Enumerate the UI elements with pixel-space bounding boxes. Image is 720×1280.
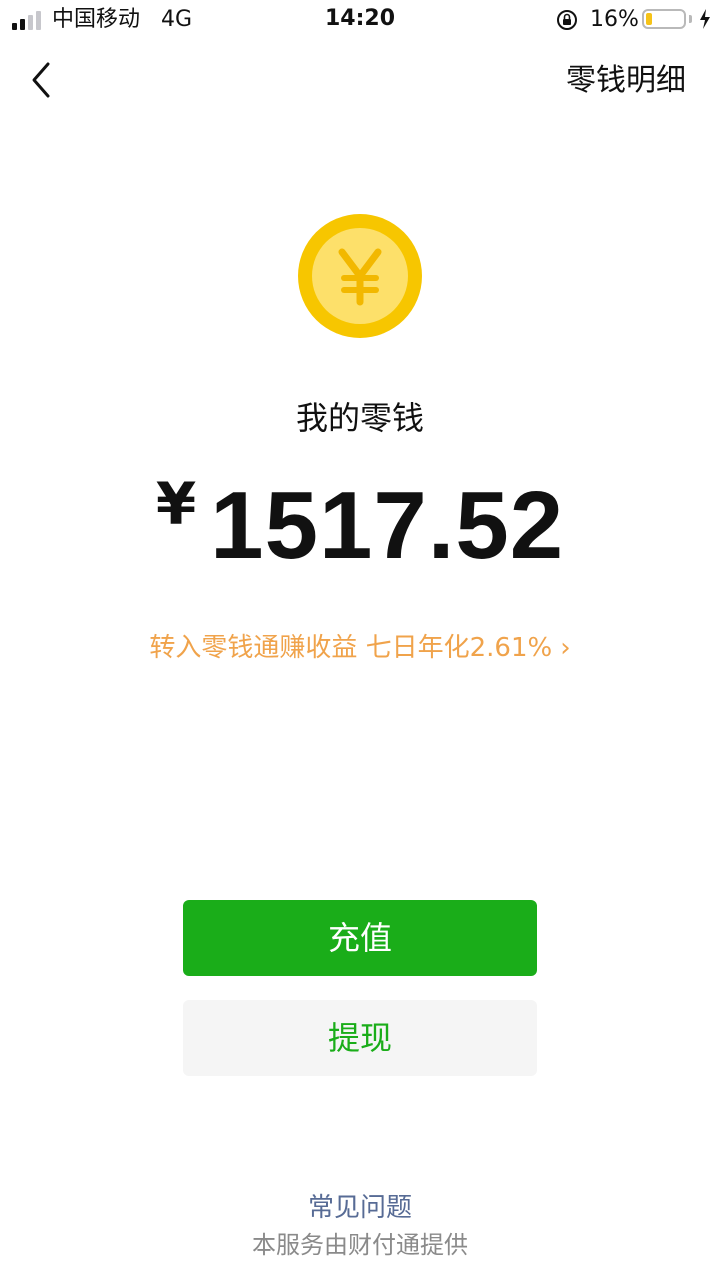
balance-amount: ¥1517.52 [0, 470, 720, 576]
currency-symbol: ¥ [155, 470, 197, 538]
battery-tip [689, 15, 692, 23]
faq-link[interactable]: 常见问题 [0, 1190, 720, 1226]
balance-label: 我的零钱 [295, 399, 424, 437]
lingqiantong-promo-link[interactable]: 转入零钱通赚收益 七日年化2.61% › [0, 630, 720, 666]
promo-text: 转入零钱通赚收益 七日年化2.61% [149, 633, 553, 663]
nav-bar: 零钱明细 [0, 40, 720, 120]
provider-note: 本服务由财付通提供 [252, 1231, 468, 1259]
balance-value: 1517.52 [210, 472, 565, 579]
orientation-lock-icon [557, 10, 577, 30]
withdraw-button[interactable]: 提现 [183, 1000, 537, 1076]
chevron-left-icon[interactable] [24, 60, 58, 100]
chevron-right-icon: › [560, 633, 571, 663]
status-bar: 中国移动 4G 14:20 16% [0, 0, 720, 40]
balance-details-link[interactable]: 零钱明细 [566, 62, 686, 100]
charging-bolt-icon [700, 9, 710, 29]
topup-button[interactable]: 充值 [183, 900, 537, 976]
coin-yen-icon [298, 214, 422, 338]
battery-icon [642, 9, 686, 29]
battery-percent: 16% [590, 7, 639, 32]
